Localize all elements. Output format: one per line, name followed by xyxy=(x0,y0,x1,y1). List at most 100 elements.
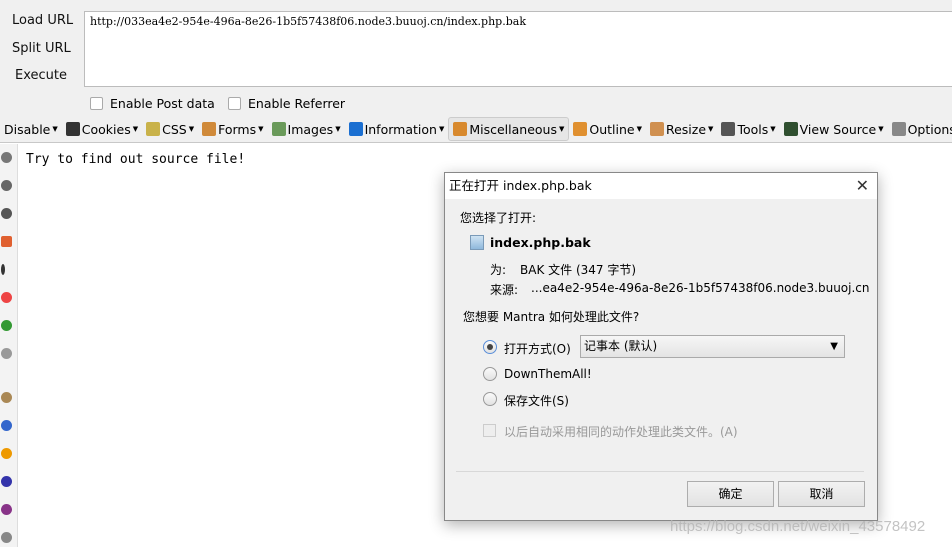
page-text: Try to find out source file! xyxy=(26,152,246,167)
caret-down-icon: ▼ xyxy=(52,125,58,133)
close-icon[interactable]: ✕ xyxy=(856,173,869,199)
toolbar-label: Outline xyxy=(589,121,635,137)
source-value: ...ea4e2-954e-496a-8e26-1b5f57438f06.nod… xyxy=(531,281,870,295)
caret-down-icon: ▼ xyxy=(438,125,445,133)
green-icon[interactable] xyxy=(1,320,12,331)
orange-icon[interactable] xyxy=(1,448,12,459)
toolbar-label: Forms xyxy=(218,121,257,137)
toolbar-label: Miscellaneous xyxy=(469,121,557,137)
forms-icon xyxy=(202,122,217,136)
toolbar-options-menu[interactable]: Options▼ xyxy=(888,117,952,141)
caret-down-icon: ▼ xyxy=(335,125,341,133)
checkbox-box[interactable] xyxy=(228,96,241,110)
download-icon[interactable] xyxy=(1,208,12,219)
question-label: 您想要 Mantra 如何处理此文件? xyxy=(463,310,640,324)
toolbar-information-menu[interactable]: Information ▼ xyxy=(345,117,449,141)
toolbar-outline-menu[interactable]: Outline ▼ xyxy=(569,117,646,141)
caret-down-icon: ▼ xyxy=(636,125,642,133)
enable-post-checkbox[interactable]: Enable Post data xyxy=(90,95,215,111)
auto-checkbox[interactable] xyxy=(483,424,496,437)
source-label: 来源: xyxy=(490,283,519,297)
sidebar-icons xyxy=(0,144,18,547)
downthemall-label: DownThemAll! xyxy=(504,367,592,381)
toolbar-label: Information xyxy=(364,121,437,137)
chosen-label: 您选择了打开: xyxy=(460,211,537,225)
css-icon xyxy=(146,122,161,136)
block-icon[interactable] xyxy=(1,292,12,303)
toolbar-resize-menu[interactable]: Resize ▼ xyxy=(646,117,717,141)
downthemall-radio[interactable] xyxy=(483,367,497,381)
toolbar-label: Tools xyxy=(737,121,769,137)
star-icon[interactable] xyxy=(1,152,12,163)
enable-referrer-label: Enable Referrer xyxy=(248,95,346,111)
watermark: https://blog.csdn.net/weixin_43578492 xyxy=(670,518,926,535)
resize-icon xyxy=(649,122,664,136)
dropdown-arrow-icon: ▼ xyxy=(830,341,838,352)
info-icon[interactable] xyxy=(1,264,5,275)
url-textarea[interactable]: http://033ea4e2-954e-496a-8e26-1b5f57438… xyxy=(84,11,952,87)
view-source-icon xyxy=(783,122,798,136)
caret-down-icon: ▼ xyxy=(878,125,884,133)
miscellaneous-icon xyxy=(453,122,468,136)
web-developer-toolbar: Disable ▼ Cookies ▼ CSS ▼ Forms ▼ Images ▼ Informa… xyxy=(0,117,952,141)
toolbar-disable-menu[interactable]: Disable ▼ xyxy=(0,117,62,141)
images-icon xyxy=(271,122,286,136)
ok-button[interactable]: 确定 xyxy=(687,481,774,507)
caret-down-icon: ▼ xyxy=(188,125,195,133)
toolbar-label: Images xyxy=(287,121,334,137)
toolbar-tools-menu[interactable]: Tools ▼ xyxy=(717,117,779,141)
file-name: index.php.bak xyxy=(490,235,591,250)
toolbar-label: View Source xyxy=(799,121,877,137)
type-label: 为: xyxy=(490,263,507,277)
toolbar-label: Options xyxy=(907,121,952,137)
toolbar-view-source-menu[interactable]: View Source ▼ xyxy=(780,117,888,141)
type-value: BAK 文件 (347 字节) xyxy=(520,263,637,277)
swirl-icon[interactable] xyxy=(1,476,12,487)
toolbar-label: Resize xyxy=(665,121,707,137)
dialog-title: 正在打开 index.php.bak xyxy=(449,178,592,193)
toolbar-label: Cookies xyxy=(81,121,131,137)
save-file-radio[interactable] xyxy=(483,392,497,406)
toolbar-label: CSS xyxy=(162,121,187,137)
caret-down-icon: ▼ xyxy=(132,125,139,133)
auto-checkbox-label: 以后自动采用相同的动作处理此类文件。(A) xyxy=(504,425,738,439)
caret-down-icon: ▼ xyxy=(558,125,565,133)
plugin-icon[interactable] xyxy=(1,180,12,191)
caret-down-icon: ▼ xyxy=(258,125,264,133)
tools-icon xyxy=(721,122,736,136)
virus-icon[interactable] xyxy=(1,504,12,515)
enable-referrer-checkbox[interactable]: Enable Referrer xyxy=(228,95,345,111)
separator xyxy=(456,471,864,472)
hackbar-panel: Load URL Split URL Execute http://033ea4… xyxy=(0,0,952,143)
load-url-button[interactable]: Load URL xyxy=(0,9,82,33)
split-url-button[interactable]: Split URL xyxy=(0,37,82,61)
toolbar-forms-menu[interactable]: Forms ▼ xyxy=(198,117,267,141)
enable-post-label: Enable Post data xyxy=(110,95,215,111)
outline-icon xyxy=(573,122,588,136)
open-with-select[interactable]: 记事本 (默认) ▼ xyxy=(580,335,845,358)
cookies-icon xyxy=(65,122,80,136)
caret-down-icon: ▼ xyxy=(708,125,714,133)
open-with-radio[interactable] xyxy=(483,340,497,354)
open-file-dialog: 正在打开 index.php.bak ✕ 您选择了打开: index.php.ba… xyxy=(444,172,878,521)
tool-icon[interactable] xyxy=(1,348,12,359)
open-with-label: 打开方式(O) xyxy=(504,342,571,356)
information-icon xyxy=(348,122,363,136)
caret-down-icon: ▼ xyxy=(770,125,776,133)
toolbar-css-menu[interactable]: CSS ▼ xyxy=(142,117,198,141)
addon-icon[interactable] xyxy=(1,236,12,247)
checkbox-box[interactable] xyxy=(90,96,103,110)
selected-app: 记事本 (默认) xyxy=(584,339,658,353)
toolbar-cookies-menu[interactable]: Cookies ▼ xyxy=(62,117,142,141)
cookie-icon[interactable] xyxy=(1,392,12,403)
toolbar-images-menu[interactable]: Images ▼ xyxy=(268,117,345,141)
toolbar-label: Disable xyxy=(4,121,51,137)
cancel-button[interactable]: 取消 xyxy=(778,481,865,507)
pointer-icon[interactable] xyxy=(1,420,12,431)
options-icon xyxy=(891,122,906,136)
help-icon[interactable] xyxy=(1,532,12,543)
execute-button[interactable]: Execute xyxy=(0,64,82,88)
file-icon xyxy=(470,235,484,250)
save-file-label: 保存文件(S) xyxy=(504,394,569,408)
toolbar-miscellaneous-menu[interactable]: Miscellaneous ▼ xyxy=(448,117,570,141)
